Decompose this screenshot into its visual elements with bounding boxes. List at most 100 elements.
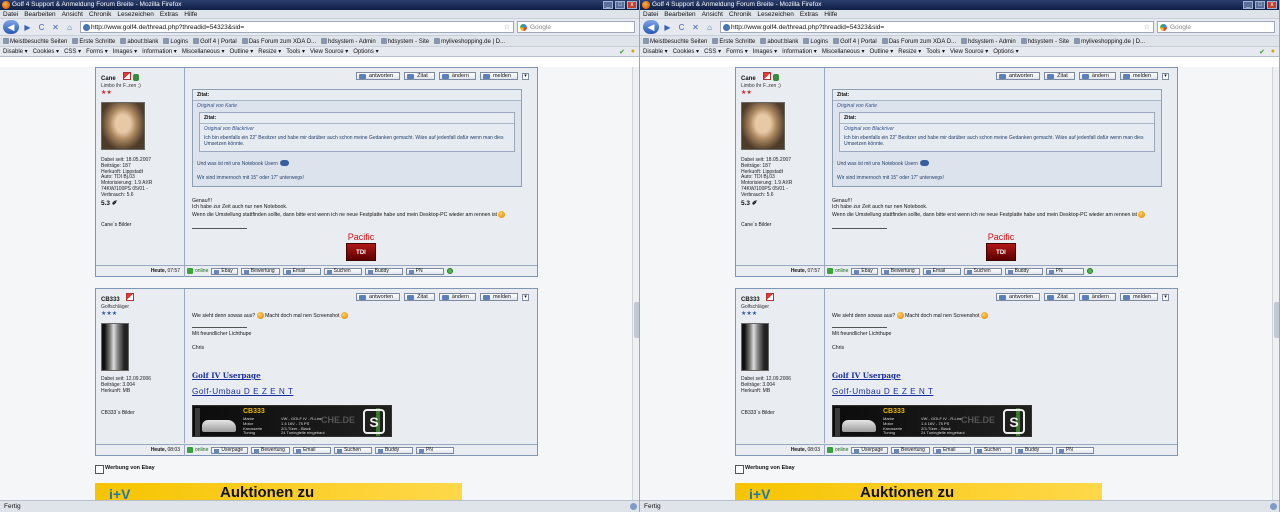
bookmark-item[interactable]: Golf 4 | Portal bbox=[833, 37, 877, 45]
userpage-button[interactable]: Userpage bbox=[851, 446, 889, 454]
bookmark-item[interactable]: hdsystem - Admin bbox=[321, 37, 376, 45]
menu-hilfe[interactable]: Hilfe bbox=[824, 10, 837, 18]
user-pictures-link[interactable]: Cane`s Bilder bbox=[741, 222, 771, 228]
userpage-button[interactable]: Userpage bbox=[211, 446, 249, 454]
pm-button[interactable]: PN bbox=[415, 446, 454, 454]
bookmark-item[interactable]: hdsystem - Admin bbox=[961, 37, 1016, 45]
menu-chronik[interactable]: Chronik bbox=[89, 10, 111, 18]
reply-button[interactable]: antworten bbox=[355, 72, 401, 80]
dev-tools[interactable]: Tools ▾ bbox=[286, 48, 305, 55]
user-pictures-link[interactable]: CB333`s Bilder bbox=[741, 410, 775, 416]
bookmark-item[interactable]: Golf 4 | Portal bbox=[193, 37, 237, 45]
username[interactable]: Cane bbox=[741, 76, 756, 82]
dev-disable[interactable]: Disable ▾ bbox=[3, 48, 28, 55]
bookmark-item[interactable]: myliveshopping.de | D... bbox=[1074, 37, 1145, 45]
search-button[interactable]: Suchen bbox=[963, 267, 1002, 275]
close-button[interactable]: x bbox=[627, 1, 637, 9]
maximize-button[interactable]: □ bbox=[615, 1, 625, 9]
menu-extras[interactable]: Extras bbox=[160, 10, 178, 18]
report-button[interactable]: melden bbox=[479, 72, 518, 80]
url-input[interactable]: http://www.golf4.de/thread.php?threadid=… bbox=[80, 21, 514, 33]
rating-button[interactable]: Bewertung bbox=[240, 267, 280, 275]
icq-status-icon[interactable] bbox=[446, 268, 453, 274]
search-input[interactable]: Google bbox=[517, 21, 635, 33]
ebay-ad-banner[interactable]: i+V Auktionen zu bbox=[95, 483, 462, 500]
dev-miscellaneous[interactable]: Miscellaneous ▾ bbox=[822, 48, 865, 55]
buddy-button[interactable]: Buddy bbox=[364, 267, 403, 275]
post-menu-icon[interactable]: ▾ bbox=[522, 293, 529, 301]
dev-images[interactable]: Images ▾ bbox=[113, 48, 137, 55]
pm-button[interactable]: PN bbox=[405, 267, 444, 275]
dev-information[interactable]: Information ▾ bbox=[782, 48, 817, 55]
bookmark-item[interactable]: about:blank bbox=[120, 37, 158, 45]
bookmark-item[interactable]: Das Forum zum XDA D... bbox=[881, 37, 956, 45]
forward-button[interactable]: ▶ bbox=[662, 23, 673, 32]
ebay-ad-banner[interactable]: i+V Auktionen zu bbox=[735, 483, 1102, 500]
bookmark-item[interactable]: about:blank bbox=[760, 37, 798, 45]
post-menu-icon[interactable]: ▾ bbox=[522, 72, 529, 80]
homepage-icon[interactable] bbox=[766, 293, 774, 301]
quote-button[interactable]: Zitat bbox=[1044, 293, 1075, 301]
back-button[interactable]: ◀ bbox=[643, 20, 659, 34]
bookmark-star-icon[interactable]: ☆ bbox=[504, 22, 510, 33]
search-button[interactable]: Suchen bbox=[973, 446, 1012, 454]
dev-tools[interactable]: Tools ▾ bbox=[926, 48, 945, 55]
url-input[interactable]: http://www.golf4.de/thread.php?threadid=… bbox=[720, 21, 1154, 33]
username[interactable]: CB333 bbox=[741, 297, 760, 303]
ebay-button[interactable]: Ebay bbox=[211, 267, 238, 275]
menu-datei[interactable]: Datei bbox=[643, 10, 658, 18]
tuning-link[interactable]: Golf-Umbau D E Z E N T bbox=[192, 387, 293, 396]
profile-icon[interactable] bbox=[133, 74, 139, 81]
dev-options[interactable]: Options ▾ bbox=[353, 48, 378, 55]
stop-button[interactable]: ✕ bbox=[690, 23, 701, 32]
dev-cookies[interactable]: Cookies ▾ bbox=[33, 48, 59, 55]
dev-options[interactable]: Options ▾ bbox=[993, 48, 1018, 55]
email-button[interactable]: Email bbox=[282, 267, 321, 275]
page-scrollbar[interactable] bbox=[632, 67, 639, 500]
menu-extras[interactable]: Extras bbox=[800, 10, 818, 18]
bookmark-item[interactable]: Meistbesuchte Seiten bbox=[3, 37, 67, 45]
page-scrollbar[interactable] bbox=[1272, 67, 1279, 500]
reply-button[interactable]: antworten bbox=[355, 293, 401, 301]
dev-outline[interactable]: Outline ▾ bbox=[870, 48, 894, 55]
bookmark-item[interactable]: Das Forum zum XDA D... bbox=[241, 37, 316, 45]
ebay-button[interactable]: Ebay bbox=[851, 267, 878, 275]
stop-button[interactable]: ✕ bbox=[50, 23, 61, 32]
back-button[interactable]: ◀ bbox=[3, 20, 19, 34]
dev-outline[interactable]: Outline ▾ bbox=[230, 48, 254, 55]
edit-button[interactable]: ändern bbox=[1078, 293, 1116, 301]
search-input[interactable]: Google bbox=[1157, 21, 1275, 33]
home-button[interactable]: ⌂ bbox=[64, 23, 75, 32]
homepage-icon[interactable] bbox=[123, 72, 131, 80]
profile-icon[interactable] bbox=[773, 74, 779, 81]
bookmark-item[interactable]: Logins bbox=[803, 37, 828, 45]
minimize-button[interactable]: _ bbox=[1243, 1, 1253, 9]
homepage-icon[interactable] bbox=[763, 72, 771, 80]
forward-button[interactable]: ▶ bbox=[22, 23, 33, 32]
buddy-button[interactable]: Buddy bbox=[1014, 446, 1053, 454]
user-pictures-link[interactable]: Cane`s Bilder bbox=[101, 222, 131, 228]
signature-banner[interactable]: CB333 Marke Motor Karosserie Tuning VW -… bbox=[192, 405, 392, 437]
tuning-link[interactable]: Golf-Umbau D E Z E N T bbox=[832, 387, 933, 396]
quote-button[interactable]: Zitat bbox=[404, 293, 435, 301]
dev-cookies[interactable]: Cookies ▾ bbox=[673, 48, 699, 55]
dev-css[interactable]: CSS ▾ bbox=[704, 48, 721, 55]
reply-button[interactable]: antworten bbox=[995, 72, 1041, 80]
bookmark-star-icon[interactable]: ☆ bbox=[1144, 22, 1150, 33]
email-button[interactable]: Email bbox=[922, 267, 961, 275]
homepage-icon[interactable] bbox=[126, 293, 134, 301]
search-button[interactable]: Suchen bbox=[333, 446, 372, 454]
buddy-button[interactable]: Buddy bbox=[374, 446, 413, 454]
rating-button[interactable]: Bewertung bbox=[880, 267, 920, 275]
dev-forms[interactable]: Forms ▾ bbox=[86, 48, 108, 55]
bookmark-item[interactable]: Erste Schritte bbox=[72, 37, 115, 45]
dev-view-source[interactable]: View Source ▾ bbox=[950, 48, 988, 55]
bookmark-item[interactable]: hdsystem - Site bbox=[1020, 37, 1069, 45]
dev-disable[interactable]: Disable ▾ bbox=[643, 48, 668, 55]
icq-status-icon[interactable] bbox=[1086, 268, 1093, 274]
reload-button[interactable]: C bbox=[36, 23, 47, 32]
quote-button[interactable]: Zitat bbox=[404, 72, 435, 80]
pm-button[interactable]: PN bbox=[1055, 446, 1094, 454]
post-menu-icon[interactable]: ▾ bbox=[1162, 72, 1169, 80]
user-pictures-link[interactable]: CB333`s Bilder bbox=[101, 410, 135, 416]
